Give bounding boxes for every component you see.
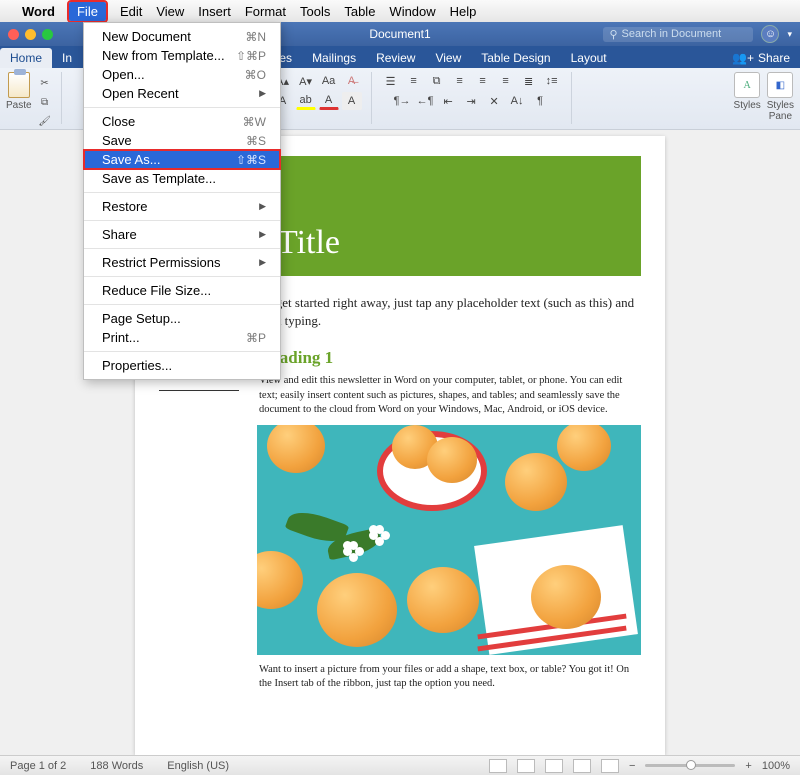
file-menu-new-document[interactable]: New Document⌘N [84,27,280,46]
align-right-button[interactable]: ≡ [496,72,516,90]
file-menu-reduce-file-size[interactable]: Reduce File Size... [84,281,280,300]
tab-insert-partial[interactable]: In [52,48,82,68]
char-shading-button[interactable]: A [342,92,362,110]
cut-icon[interactable]: ✂ [38,76,52,90]
search-icon: ⚲ [609,28,617,41]
multilevel-button[interactable]: ⧉ [427,72,447,90]
ltr-button[interactable]: ¶→ [392,92,412,110]
titlebar-chevron-icon[interactable]: ▾ [787,29,792,40]
document-title-text[interactable]: Title [277,224,340,262]
file-menu-share[interactable]: Share [84,225,280,244]
status-page[interactable]: Page 1 of 2 [10,760,66,772]
styles-pane-button[interactable]: ◧ Styles Pane [767,72,794,122]
zoom-slider[interactable] [645,764,735,767]
format-painter-icon[interactable]: 🖌 [38,114,52,128]
focus-view-button[interactable] [601,759,619,773]
tab-review[interactable]: Review [366,48,425,68]
content-image[interactable] [257,425,641,655]
app-name[interactable]: Word [22,4,55,19]
clipboard-icon [8,72,30,98]
document-title: Document1 [369,27,430,41]
print-layout-view-button[interactable] [489,759,507,773]
highlight-button[interactable]: ab [296,92,316,110]
heading-1[interactable]: Heading 1 [259,348,639,368]
decrease-indent-button[interactable]: ⇤ [438,92,458,110]
body-paragraph-2[interactable]: Want to insert a picture from your files… [259,663,639,691]
file-menu-open-recent[interactable]: Open Recent [84,84,280,103]
file-menu-open[interactable]: Open...⌘O [84,65,280,84]
justify-button[interactable]: ≣ [519,72,539,90]
file-menu-close[interactable]: Close⌘W [84,112,280,131]
tab-table-design[interactable]: Table Design [471,48,560,68]
font-color-button[interactable]: A [319,92,339,110]
styles-icon: A [734,72,760,98]
copy-icon[interactable]: ⧉ [38,95,52,109]
menu-view[interactable]: View [156,4,184,19]
status-words[interactable]: 188 Words [90,760,143,772]
menu-edit[interactable]: Edit [120,4,142,19]
tab-mailings[interactable]: Mailings [302,48,366,68]
asian-layout-button[interactable]: ✕ [484,92,504,110]
account-avatar-icon[interactable]: ☺ [761,25,779,43]
menu-file[interactable]: File [69,2,106,21]
menu-tools[interactable]: Tools [300,4,330,19]
zoom-percent[interactable]: 100% [762,760,790,772]
menu-help[interactable]: Help [450,4,477,19]
paste-label: Paste [6,100,32,111]
tab-home[interactable]: Home [0,48,52,68]
menu-format[interactable]: Format [245,4,286,19]
tab-layout[interactable]: Layout [561,48,617,68]
menu-window[interactable]: Window [389,4,435,19]
share-button[interactable]: 👥+Share [722,48,800,68]
title-block: Title [257,156,641,276]
status-language[interactable]: English (US) [167,760,229,772]
minimize-window-icon[interactable] [25,29,36,40]
search-placeholder: Search in Document [622,28,722,40]
change-case-button[interactable]: Aa [319,72,339,90]
tab-view[interactable]: View [425,48,471,68]
file-menu-save[interactable]: Save⌘S [84,131,280,150]
menu-table[interactable]: Table [344,4,375,19]
zoom-out-button[interactable]: − [629,760,635,772]
file-menu-restore[interactable]: Restore [84,197,280,216]
intro-paragraph[interactable]: To get started right away, just tap any … [259,294,639,330]
draft-view-button[interactable] [573,759,591,773]
numbering-button[interactable]: ≡ [404,72,424,90]
web-layout-view-button[interactable] [517,759,535,773]
mac-menu-bar: Word File Edit View Insert Format Tools … [0,0,800,22]
body-paragraph-1[interactable]: View and edit this newsletter in Word on… [259,374,639,417]
line-spacing-button[interactable]: ↕≡ [542,72,562,90]
search-input[interactable]: ⚲ Search in Document [603,27,753,42]
clear-format-button[interactable]: A̶ [342,72,362,90]
paste-group[interactable]: Paste [6,72,32,111]
file-menu-save-as-template[interactable]: Save as Template... [84,169,280,188]
styles-label: Styles [734,100,761,111]
align-center-button[interactable]: ≡ [473,72,493,90]
file-menu-restrict-permissions[interactable]: Restrict Permissions [84,253,280,272]
bullets-button[interactable]: ☰ [381,72,401,90]
share-icon: 👥+ [732,51,754,65]
file-menu-new-from-template[interactable]: New from Template...⇧⌘P [84,46,280,65]
file-menu-page-setup[interactable]: Page Setup... [84,309,280,328]
outline-view-button[interactable] [545,759,563,773]
zoom-in-button[interactable]: + [745,760,751,772]
menu-insert[interactable]: Insert [198,4,231,19]
increase-indent-button[interactable]: ⇥ [461,92,481,110]
styles-pane-label: Styles Pane [767,100,794,122]
close-window-icon[interactable] [8,29,19,40]
paragraph-mark-button[interactable]: ¶ [530,92,550,110]
align-left-button[interactable]: ≡ [450,72,470,90]
file-menu-save-as[interactable]: Save As...⇧⌘S [84,150,280,169]
styles-button[interactable]: A Styles [734,72,761,111]
file-menu-print[interactable]: Print...⌘P [84,328,280,347]
font-decrease-button[interactable]: A▾ [296,72,316,90]
file-menu-properties[interactable]: Properties... [84,356,280,375]
status-bar: Page 1 of 2 188 Words English (US) − + 1… [0,755,800,775]
styles-pane-icon: ◧ [767,72,793,98]
sort-button[interactable]: A↓ [507,92,527,110]
file-dropdown: New Document⌘NNew from Template...⇧⌘POpe… [83,22,281,380]
rtl-button[interactable]: ←¶ [415,92,435,110]
zoom-window-icon[interactable] [42,29,53,40]
